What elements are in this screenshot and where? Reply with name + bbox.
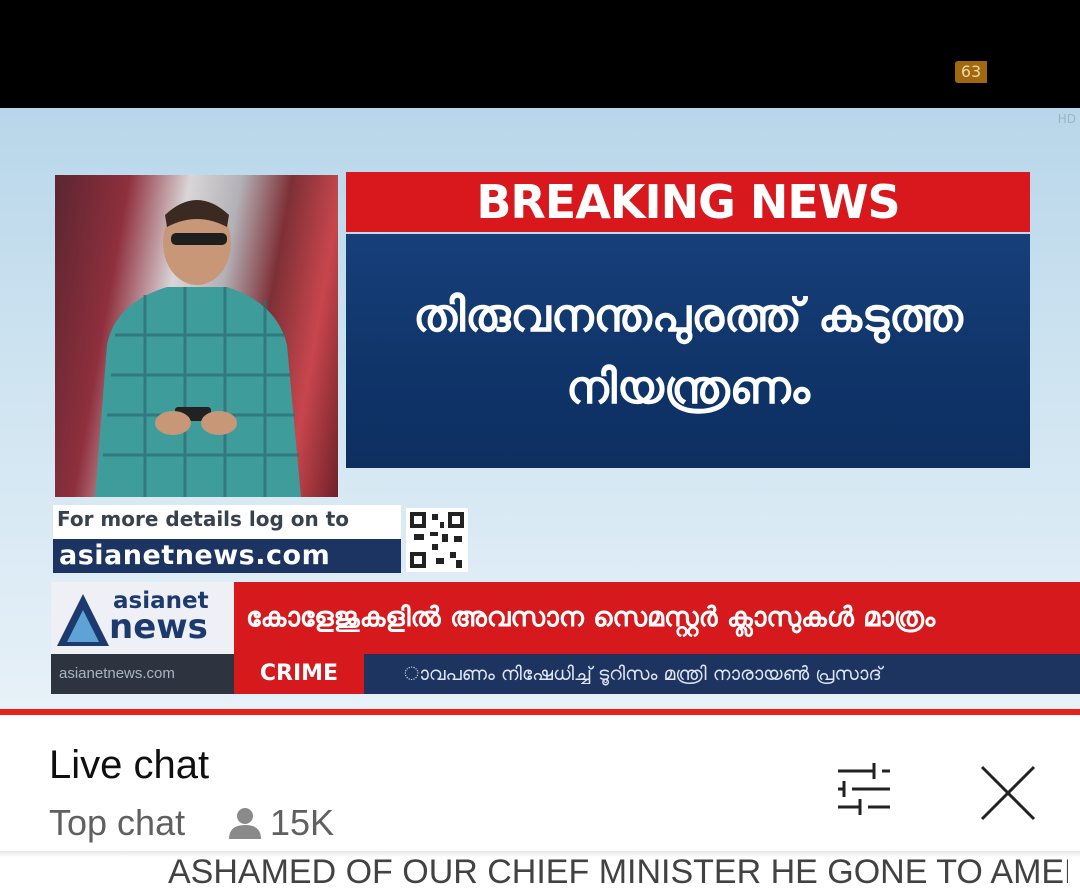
close-icon[interactable]	[974, 759, 1042, 827]
channel-logo-top: asianet news	[51, 582, 234, 654]
logo-site-text: asianetnews.com	[51, 654, 234, 694]
details-text: For more details log on to	[57, 507, 350, 531]
anchor-figure-icon	[95, 200, 301, 497]
headline-line-1: തിരുവനന്തപുരത്ത് കടുത്ത	[413, 288, 963, 342]
viewer-count-value: 15K	[270, 802, 335, 843]
video-player[interactable]: HD BREAKING NEWS തിരുവനന്തപുരത്ത് കടുത്ത…	[0, 108, 1080, 710]
ticker-main: കോളേജുകളിൽ അവസാന സെമസ്റ്റർ ക്ലാസുകൾ മാത്…	[234, 582, 1080, 654]
details-url: asianetnews.com	[53, 539, 401, 573]
breaking-news-banner: BREAKING NEWS	[346, 172, 1030, 232]
headline-box: തിരുവനന്തപുരത്ത് കടുത്ത നിയന്ത്രണം	[346, 234, 1030, 468]
top-chat-selector[interactable]: Top chat	[49, 801, 185, 845]
hd-icon: HD	[1057, 112, 1076, 126]
logo-triangle-icon	[57, 594, 109, 646]
details-strip: For more details log on to asianetnews.c…	[53, 505, 401, 573]
ticker-secondary: ാവപണം നിഷേധിച്ച് ടൂറിസം മന്ത്രി നാരായൺ പ…	[364, 654, 1080, 694]
chat-message-partial: ASHAMED OF OUR CHIEF MINISTER HE GONE TO…	[168, 854, 1068, 891]
channel-logo: asianet news asianetnews.com	[51, 582, 234, 694]
person-icon	[229, 808, 261, 839]
logo-news-text: news	[109, 607, 208, 647]
live-chat-title: Live chat	[49, 743, 210, 787]
headline-line-2: നിയന്ത്രണം	[566, 360, 810, 414]
sliders-icon[interactable]	[830, 759, 896, 821]
ticker-category: CRIME	[234, 654, 364, 694]
video-top-bar: 63	[0, 0, 1080, 108]
viewer-count: 15K	[228, 801, 334, 845]
anchor-image	[55, 175, 338, 497]
status-badge: 63	[955, 61, 987, 83]
qr-code-icon	[406, 508, 468, 572]
live-chat-panel: Live chat Top chat 15K ASHAMED OF OUR CH…	[0, 715, 1080, 894]
